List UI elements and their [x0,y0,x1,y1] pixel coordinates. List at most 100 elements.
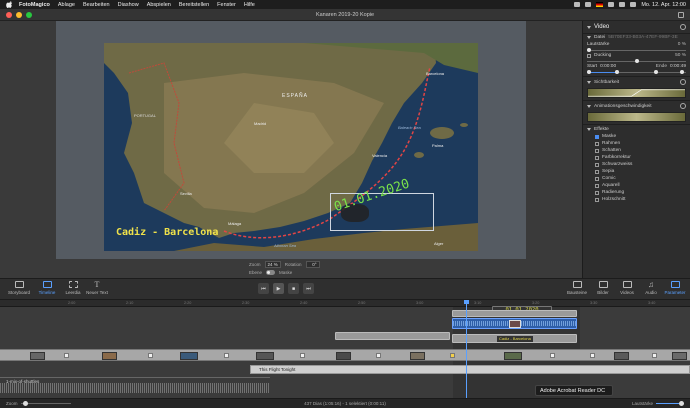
transition-icon[interactable] [64,353,69,358]
volume-slider[interactable] [587,48,686,52]
bausteine-button[interactable]: Bausteine [566,281,588,295]
control-center-icon[interactable] [630,2,637,7]
bilder-button[interactable]: Bilder [592,281,614,295]
effect-checkbox[interactable] [595,183,599,188]
menu-ablage[interactable]: Ablage [58,2,75,8]
effect-checkbox[interactable] [595,190,599,195]
chevron-down-icon[interactable] [587,36,591,39]
effect-item[interactable]: Sepia [583,168,690,175]
end-value[interactable]: 0:00:49 [670,64,686,69]
share-icon[interactable] [678,12,684,18]
audio-button[interactable]: ♫ Audio [640,281,662,296]
menu-diashow[interactable]: Diashow [118,2,139,8]
transition-icon[interactable] [300,353,305,358]
chevron-down-icon[interactable] [587,25,591,29]
effect-checkbox[interactable] [595,169,599,174]
date-text-selected[interactable]: 01.01.2020 [330,177,434,231]
effect-checkbox[interactable] [595,155,599,160]
videos-button[interactable]: Videos [616,281,638,295]
rotation-field[interactable]: 0° [305,261,320,268]
map-slide[interactable]: PORTUGAL ESPAÑA Madrid Barcelona Valenci… [104,43,478,251]
slide-thumb[interactable] [180,352,198,360]
slide-track[interactable] [0,349,690,361]
effect-item[interactable]: Schwarzweiss [583,161,690,168]
menu-bereitstellen[interactable]: Bereitstellen [179,2,209,8]
route-overlay-clip[interactable]: Cadiz - Barcelona [452,334,577,343]
transition-icon[interactable] [376,353,381,358]
slide-thumb[interactable] [256,352,274,360]
audio-track-sfx[interactable]: 1-mix-of-shuttles [0,377,270,393]
menu-bearbeiten[interactable]: Bearbeiten [83,2,110,8]
menubar-clock[interactable]: Mo. 12. Apr. 12:00 [641,2,686,8]
zoom-field[interactable]: 24 % [264,261,281,268]
effect-checkbox[interactable] [595,134,599,139]
timeline[interactable]: 2:00 2:10 2:20 2:30 2:40 2:50 3:00 3:10 … [0,300,690,398]
new-text-button[interactable]: T Neuer Text [86,281,108,296]
menu-hilfe[interactable]: Hilfe [244,2,255,8]
slide-thumb[interactable] [672,352,687,360]
transition-icon[interactable] [450,353,455,358]
menu-fenster[interactable]: Fenster [217,2,236,8]
slide-thumb[interactable] [30,352,45,360]
transition-icon[interactable] [550,353,555,358]
route-title-text[interactable]: Cadiz - Barcelona [116,227,218,238]
master-volume-slider[interactable] [656,401,684,406]
blank-slide-button[interactable]: Leerdia [62,281,84,295]
effect-checkbox[interactable] [595,176,599,181]
apple-icon[interactable] [6,1,12,8]
time-ruler[interactable]: 2:00 2:10 2:20 2:30 2:40 2:50 3:00 3:10 … [0,300,690,307]
anim-curve[interactable] [587,112,686,122]
trim-slider[interactable] [587,70,686,74]
layer-mask-toggle[interactable] [266,270,276,275]
transition-icon[interactable] [148,353,153,358]
slide-thumb[interactable] [504,352,522,360]
timeline-button[interactable]: Timeline [36,281,58,295]
forward-button[interactable]: ⏭ [303,283,314,294]
overlay-track-clip[interactable] [452,310,577,317]
stop-button[interactable]: ■ [288,283,299,294]
gear-icon[interactable] [680,24,686,30]
playhead[interactable] [464,300,469,398]
slide-thumb[interactable] [336,352,351,360]
chevron-down-icon[interactable] [587,104,591,108]
overlay-clip[interactable] [335,332,450,340]
effect-item[interactable]: Maske [583,133,690,140]
effect-item[interactable]: Aquarell [583,182,690,189]
display-icon[interactable] [585,2,592,7]
ducking-checkbox[interactable] [587,53,591,58]
storyboard-button[interactable]: Storyboard [8,281,30,295]
chevron-down-icon[interactable] [587,80,591,84]
gear-icon[interactable] [680,79,686,85]
chevron-down-icon[interactable] [587,128,591,131]
slide-thumb[interactable] [102,352,117,360]
effect-checkbox[interactable] [595,162,599,167]
menu-abspielen[interactable]: Abspielen [147,2,171,8]
rewind-button[interactable]: ⏮ [258,283,269,294]
video-clip[interactable] [452,318,577,329]
stage-frame[interactable]: PORTUGAL ESPAÑA Madrid Barcelona Valenci… [56,21,526,259]
start-value[interactable]: 0:00:00 [600,64,616,69]
audio-track-music[interactable]: This Flight Tonight [250,365,690,374]
effect-checkbox[interactable] [595,141,599,146]
slide-thumb[interactable] [614,352,629,360]
keyboard-flag-icon[interactable] [596,2,604,7]
transition-icon[interactable] [652,353,657,358]
effect-checkbox[interactable] [595,197,599,202]
effect-item[interactable]: Comic [583,175,690,182]
effect-item[interactable]: Holzschnitt [583,196,690,203]
effect-item[interactable]: Rahmen [583,140,690,147]
battery-icon[interactable] [574,2,581,7]
menu-app[interactable]: FotoMagico [19,2,50,8]
search-icon[interactable] [619,2,626,7]
slide-thumb[interactable] [410,352,425,360]
visibility-curve[interactable] [587,88,686,98]
transition-icon[interactable] [590,353,595,358]
effect-item[interactable]: Farbkorrektur [583,154,690,161]
effect-item[interactable]: Schatten [583,147,690,154]
effect-item[interactable]: Radierung [583,189,690,196]
parameter-button[interactable]: Parameter [664,281,686,295]
transition-icon[interactable] [224,353,229,358]
gear-icon[interactable] [680,103,686,109]
play-button[interactable]: ▶ [273,283,284,294]
ducking-slider[interactable] [587,59,686,63]
